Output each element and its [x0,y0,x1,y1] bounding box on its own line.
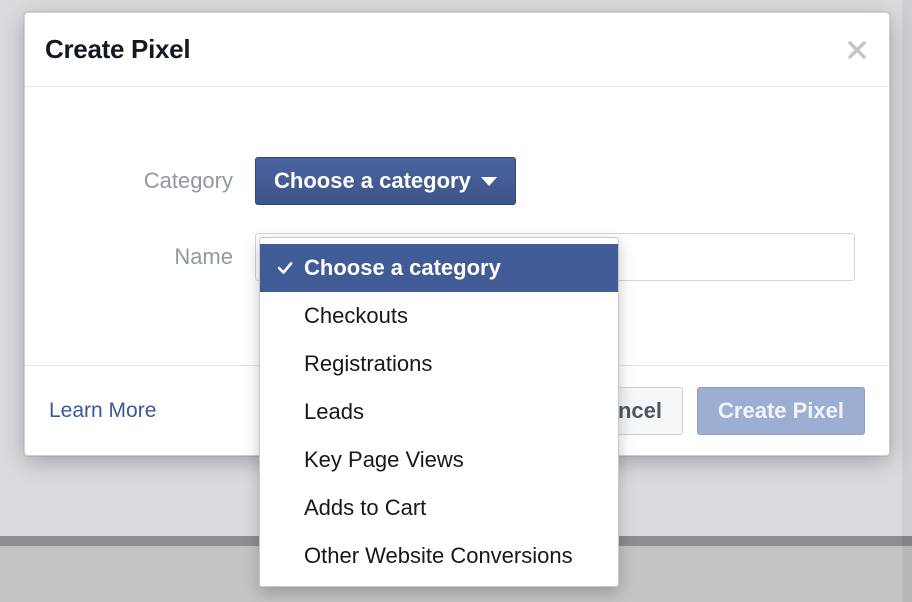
create-pixel-dialog: Create Pixel Category Choose a category … [24,12,890,456]
dropdown-option-registrations[interactable]: Registrations [260,340,618,388]
dialog-title: Create Pixel [45,34,190,65]
dropdown-option-placeholder[interactable]: Choose a category [260,244,618,292]
close-button[interactable] [845,38,869,62]
dropdown-option-label: Checkouts [304,303,408,329]
create-pixel-button[interactable]: Create Pixel [697,387,865,435]
category-dropdown-menu[interactable]: Choose a category Checkouts Registration… [259,237,619,587]
check-icon [274,259,296,277]
category-dropdown-button-label: Choose a category [274,168,471,194]
dropdown-option-adds-to-cart[interactable]: Adds to Cart [260,484,618,532]
dropdown-option-label: Adds to Cart [304,495,426,521]
dropdown-option-other-conversions[interactable]: Other Website Conversions [260,532,618,580]
category-dropdown-button[interactable]: Choose a category [255,157,516,205]
close-icon [845,38,869,62]
dropdown-option-label: Registrations [304,351,432,377]
dropdown-option-leads[interactable]: Leads [260,388,618,436]
name-label: Name [55,244,255,270]
dropdown-option-label: Choose a category [304,255,501,281]
category-label: Category [55,168,255,194]
dropdown-option-key-page-views[interactable]: Key Page Views [260,436,618,484]
dropdown-option-label: Other Website Conversions [304,543,573,569]
learn-more-link[interactable]: Learn More [49,399,156,423]
chevron-down-icon [481,177,497,186]
dialog-header: Create Pixel [25,13,889,87]
dropdown-option-label: Key Page Views [304,447,464,473]
dropdown-option-checkouts[interactable]: Checkouts [260,292,618,340]
dialog-body: Category Choose a category Name Choose a… [25,87,889,365]
category-row: Category Choose a category [55,157,859,205]
dropdown-option-label: Leads [304,399,364,425]
page-right-edge [902,0,912,602]
